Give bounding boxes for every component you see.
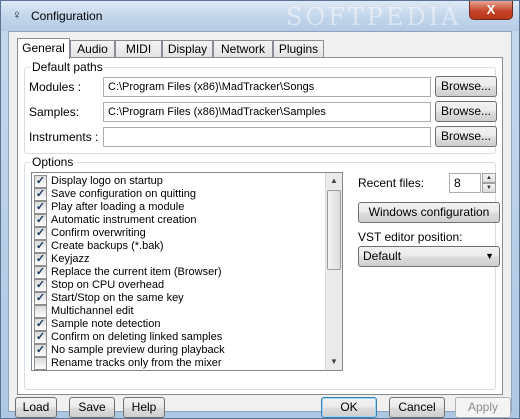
modules-path-field[interactable]: C:\Program Files (x86)\MadTracker\Songs [103, 77, 431, 97]
checked-checkbox-icon[interactable]: ✓ [34, 201, 47, 214]
modules-label: Modules : [29, 80, 82, 94]
scroll-down-arrow-icon[interactable]: ▼ [326, 354, 342, 370]
checked-checkbox-icon[interactable]: ✓ [34, 318, 47, 331]
vst-editor-position-value: Default [363, 249, 402, 263]
unchecked-checkbox-icon[interactable] [34, 305, 47, 318]
tab-midi[interactable]: MIDI [115, 40, 162, 58]
watermark: SOFTPEDIA [286, 3, 462, 31]
instruments-path-field[interactable] [103, 127, 431, 147]
checked-checkbox-icon[interactable]: ✓ [34, 266, 47, 279]
windows-configuration-button[interactable]: Windows configuration [358, 202, 500, 223]
default-paths-group: Default paths Modules : C:\Program Files… [24, 60, 497, 154]
recent-files-label: Recent files: [358, 176, 425, 190]
app-icon: ♀ [12, 7, 22, 22]
option-label: Play after loading a module [51, 201, 185, 213]
default-paths-label: Default paths [31, 60, 104, 74]
option-label: Keyjazz [51, 253, 90, 265]
instruments-browse-button[interactable]: Browse... [435, 126, 497, 147]
tab-display[interactable]: Display [162, 40, 213, 58]
close-icon: X [486, 2, 496, 17]
instruments-label: Instruments : [29, 130, 99, 144]
checked-checkbox-icon[interactable]: ✓ [34, 240, 47, 253]
checked-checkbox-icon[interactable]: ✓ [34, 253, 47, 266]
general-panel: Default paths Modules : C:\Program Files… [17, 57, 503, 395]
checked-checkbox-icon[interactable]: ✓ [34, 344, 47, 357]
dropdown-arrow-icon: ▼ [485, 251, 494, 261]
vst-editor-position-label: VST editor position: [358, 230, 463, 244]
recent-files-input[interactable]: 8 [449, 173, 481, 193]
dialog-client: General Audio MIDI Display Network Plugi… [8, 31, 512, 418]
option-label: Multichannel edit [51, 305, 134, 317]
option-label: Sample note detection [51, 318, 161, 330]
checked-checkbox-icon[interactable]: ✓ [34, 214, 47, 227]
load-button[interactable]: Load [15, 397, 57, 418]
samples-path-field[interactable]: C:\Program Files (x86)\MadTracker\Sample… [103, 102, 431, 122]
option-label: Confirm overwriting [51, 227, 146, 239]
scroll-up-arrow-icon[interactable]: ▲ [326, 173, 342, 189]
configuration-window: ♀ Configuration SOFTPEDIA X General Audi… [0, 0, 520, 419]
samples-label: Samples: [29, 105, 80, 119]
option-label: Automatic instrument creation [51, 214, 197, 226]
help-button[interactable]: Help [123, 397, 165, 418]
option-label: Display logo on startup [51, 175, 163, 187]
modules-browse-button[interactable]: Browse... [435, 76, 497, 97]
title-bar[interactable]: ♀ Configuration SOFTPEDIA X [1, 1, 519, 31]
options-scrollbar[interactable]: ▲ ▼ [325, 173, 342, 370]
option-label: Save configuration on quitting [51, 188, 196, 200]
samples-browse-button[interactable]: Browse... [435, 101, 497, 122]
checked-checkbox-icon[interactable]: ✓ [34, 227, 47, 240]
ok-button[interactable]: OK [321, 397, 377, 418]
recent-files-up-icon[interactable]: ▲ [482, 173, 496, 183]
tab-plugins[interactable]: Plugins [273, 40, 324, 58]
checked-checkbox-icon[interactable]: ✓ [34, 188, 47, 201]
cancel-button[interactable]: Cancel [389, 397, 445, 418]
save-button[interactable]: Save [69, 397, 115, 418]
checked-checkbox-icon[interactable]: ✓ [34, 331, 47, 344]
tab-general[interactable]: General [17, 38, 70, 59]
option-label: Stop on CPU overhead [51, 279, 165, 291]
tab-audio[interactable]: Audio [70, 40, 115, 58]
apply-button[interactable]: Apply [455, 397, 511, 418]
checked-checkbox-icon[interactable]: ✓ [34, 279, 47, 292]
option-label: No sample preview during playback [51, 344, 225, 356]
option-label: Confirm on deleting linked samples [51, 331, 223, 343]
recent-files-down-icon[interactable]: ▼ [482, 183, 496, 193]
window-title: Configuration [31, 9, 103, 23]
options-checklist: ✓ Display logo on startup ✓ Save configurat… [31, 172, 343, 371]
scroll-thumb[interactable] [327, 190, 341, 270]
options-label: Options [31, 155, 75, 169]
unchecked-checkbox-icon[interactable] [34, 357, 47, 370]
checked-checkbox-icon[interactable]: ✓ [34, 292, 47, 305]
close-button[interactable]: X [469, 1, 513, 20]
vst-editor-position-select[interactable]: Default ▼ [358, 246, 500, 267]
option-label: Create backups (*.bak) [51, 240, 164, 252]
checked-checkbox-icon[interactable]: ✓ [34, 175, 47, 188]
option-label: Rename tracks only from the mixer [51, 357, 222, 369]
options-group: Options ✓ Display logo on startup ✓ Save co… [24, 155, 500, 390]
option-label: Start/Stop on the same key [51, 292, 184, 304]
option-label: Replace the current item (Browser) [51, 266, 222, 278]
tab-network[interactable]: Network [213, 40, 273, 58]
